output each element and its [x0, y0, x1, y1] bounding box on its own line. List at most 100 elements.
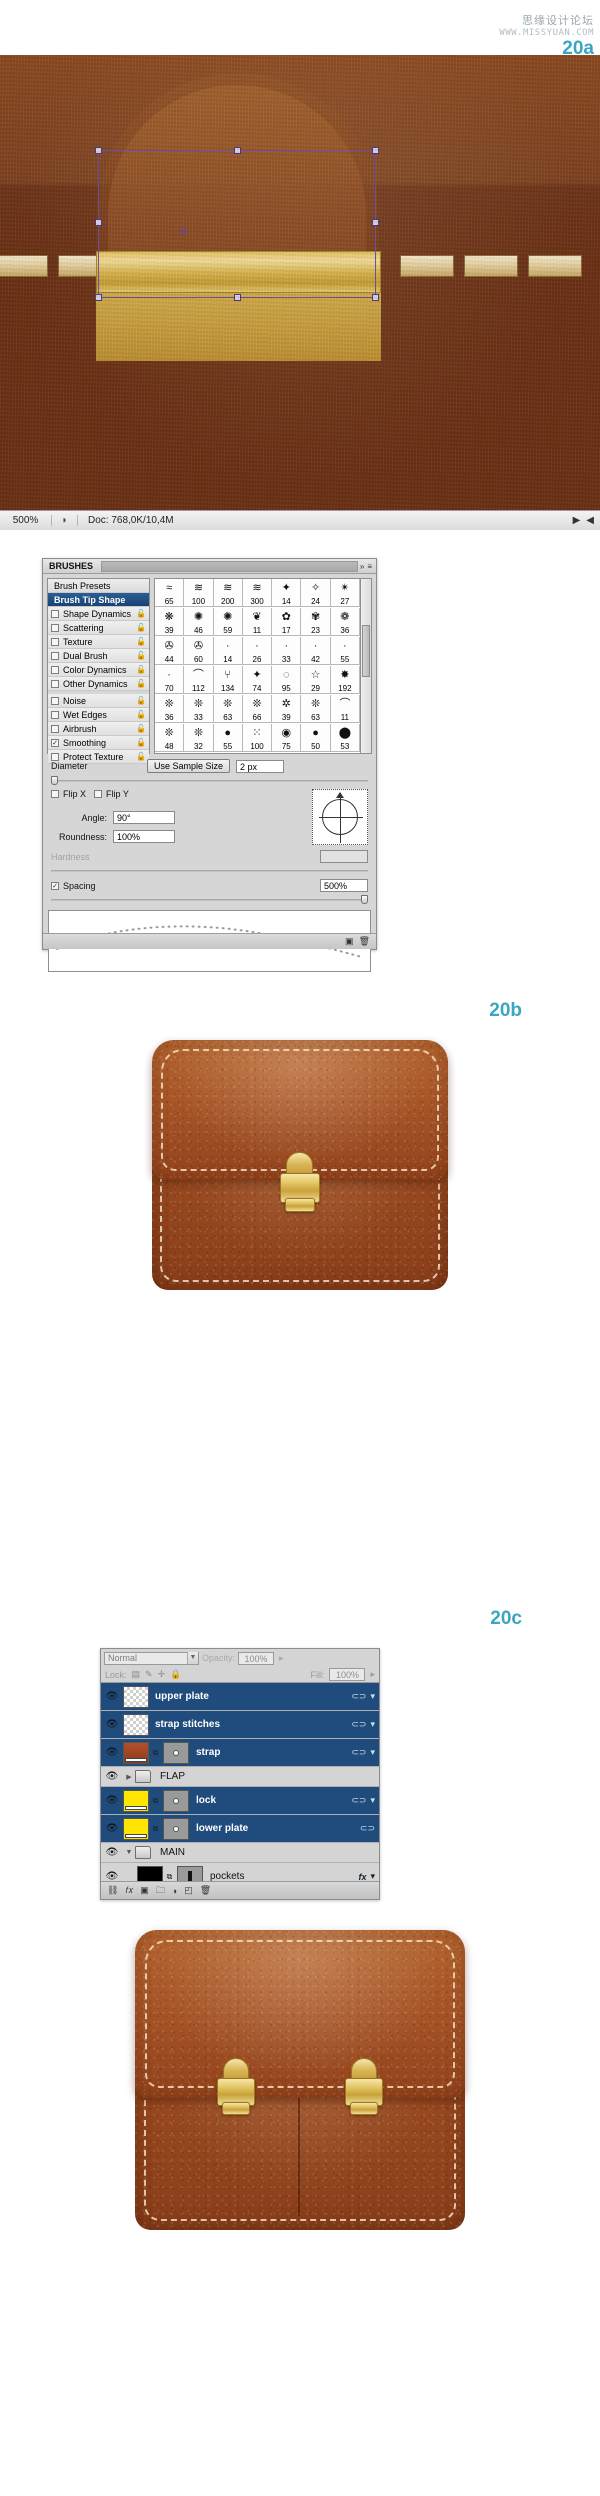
lock-transparent-icon[interactable]: ▤: [132, 1669, 141, 1680]
layers-panel-top-bar[interactable]: Normal ▼ Opacity: 100% ▸: [101, 1649, 379, 1667]
brush-preset-cell[interactable]: ✦ 14: [272, 579, 302, 607]
brush-preset-cell[interactable]: ≈65: [155, 579, 185, 607]
slider-knob[interactable]: [51, 776, 58, 785]
checkbox-noise[interactable]: [51, 696, 59, 705]
blend-mode-select[interactable]: Normal ▼: [104, 1651, 199, 1665]
brush-preset-cell[interactable]: ❊ 48: [155, 724, 185, 752]
chevron-right-icon[interactable]: ▶: [123, 1773, 135, 1781]
layer-group-flap[interactable]: 👁 ▶ FLAP: [101, 1767, 379, 1787]
brush-grid-scrollbar[interactable]: [361, 578, 372, 754]
brush-preset-cell[interactable]: ❋ 39: [155, 608, 185, 636]
document-thumb-icon[interactable]: ◗: [52, 515, 78, 526]
spacing-slider[interactable]: [51, 895, 368, 904]
checkbox-protect-texture[interactable]: [51, 752, 59, 761]
brush-preset-grid-wrap[interactable]: ≈65 ≋ 100 ≋ 200 ≋ 300 ✦ 14 ✧ 24 ✴ 27 ❋ 39 ✺ 46 ✺ 59 ❦ 11 ✿ 17 ✾…: [154, 578, 372, 754]
layer-effects-marker[interactable]: ⊂⊃ ▾: [351, 1747, 379, 1758]
checkbox-spacing[interactable]: ✓: [51, 881, 59, 890]
transform-handle-tr[interactable]: [372, 147, 379, 154]
brush-option-airbrush[interactable]: Airbrush 🔓: [48, 722, 149, 736]
brush-preset-cell[interactable]: ≋ 200: [213, 579, 243, 607]
mask-link-icon[interactable]: ⧉: [151, 1824, 160, 1834]
tab-brushes[interactable]: BRUSHES: [43, 561, 99, 571]
layer-name[interactable]: strap: [192, 1747, 220, 1758]
layer-effects-marker[interactable]: ⊂⊃ ▾: [351, 1691, 379, 1702]
checkbox-texture[interactable]: [51, 637, 59, 646]
diameter-slider[interactable]: [51, 776, 368, 785]
scrollbar-thumb[interactable]: [362, 625, 370, 677]
panel-menu-icon[interactable]: ≡: [367, 562, 372, 571]
brush-option-shape-dynamics[interactable]: Shape Dynamics 🔓: [48, 607, 149, 621]
link-icon[interactable]: ⛓: [107, 1885, 118, 1896]
brush-preset-cell[interactable]: ⑂ 134: [213, 666, 243, 694]
fill-value-field[interactable]: 100%: [329, 1668, 366, 1681]
adjustment-icon[interactable]: ◑: [172, 1886, 177, 1896]
layer-thumbnail[interactable]: [123, 1713, 149, 1736]
brush-preset-cell[interactable]: ❁ 36: [330, 608, 360, 636]
lock-icon[interactable]: 🔓: [136, 738, 146, 747]
brush-preset-grid[interactable]: ≈65 ≋ 100 ≋ 200 ≋ 300 ✦ 14 ✧ 24 ✴ 27 ❋ 39 ✺ 46 ✺ 59 ❦ 11 ✿ 17 ✾…: [154, 578, 361, 754]
layers-panel[interactable]: Normal ▼ Opacity: 100% ▸ Lock: ▤ ✎ ✛ 🔒 F…: [100, 1648, 380, 1900]
checkbox-shape-dynamics[interactable]: [51, 609, 59, 618]
collapse-icon[interactable]: »: [360, 562, 364, 571]
spacing-value-field[interactable]: 500%: [320, 879, 368, 892]
brush-preset-cell[interactable]: ⁙ 100: [242, 724, 273, 752]
brush-option-dual-brush[interactable]: Dual Brush 🔓: [48, 649, 149, 663]
lock-icon[interactable]: 🔓: [136, 665, 146, 674]
lock-icon[interactable]: 🔓: [136, 752, 146, 761]
lock-icon[interactable]: 🔓: [136, 623, 146, 632]
brush-preset-cell[interactable]: ❦ 11: [242, 608, 273, 636]
layer-name[interactable]: upper plate: [151, 1691, 209, 1702]
layer-group-name[interactable]: MAIN: [156, 1847, 185, 1858]
brush-preset-cell[interactable]: ❊ 66: [242, 695, 273, 723]
use-sample-size-button[interactable]: Use Sample Size: [147, 759, 231, 773]
transform-selection-box[interactable]: [95, 147, 379, 301]
delete-brush-icon[interactable]: 🗑: [359, 936, 370, 947]
layers-panel-footer[interactable]: ⛓ 𝑓𝑥 ▣ 🗀 ◑ ◰ 🗑: [101, 1881, 379, 1899]
status-arrows[interactable]: ▶ ◀: [573, 515, 600, 526]
group-icon[interactable]: 🗀: [156, 1883, 165, 1899]
brush-preset-cell[interactable]: ✧ 24: [301, 579, 331, 607]
layer-effects-marker[interactable]: ⊂⊃ ▾: [351, 1719, 379, 1730]
checkbox-dual-brush[interactable]: [51, 651, 59, 660]
brush-preset-cell[interactable]: ❊ 32: [184, 724, 214, 752]
layer-group-name[interactable]: FLAP: [156, 1771, 185, 1782]
lock-icon[interactable]: 🔓: [136, 679, 146, 688]
mask-link-icon[interactable]: ⧉: [151, 1748, 160, 1758]
brush-preset-cell[interactable]: ● 50: [301, 724, 331, 752]
brush-preset-cell[interactable]: ❊ 63: [213, 695, 243, 723]
brush-preset-cell[interactable]: · 42: [301, 637, 331, 665]
brush-option-color-dynamics[interactable]: Color Dynamics 🔓: [48, 663, 149, 677]
lock-icon[interactable]: 🔓: [136, 609, 146, 618]
eye-icon[interactable]: 👁: [101, 1795, 123, 1806]
mask-icon[interactable]: ▣: [140, 1885, 149, 1896]
layer-expand-icon[interactable]: ▾: [370, 1747, 375, 1758]
brush-preset-cell[interactable]: ❊ 36: [155, 695, 185, 723]
eye-icon[interactable]: 👁: [101, 1691, 123, 1702]
panel-drag-area[interactable]: [101, 560, 358, 572]
checkbox-airbrush[interactable]: [51, 724, 59, 733]
layer-name[interactable]: lock: [192, 1795, 216, 1806]
layer-thumbnail[interactable]: [123, 1817, 149, 1840]
brush-preset-cell[interactable]: ⌒ 112: [184, 666, 214, 694]
lock-toolbar[interactable]: Lock: ▤ ✎ ✛ 🔒 Fill: 100% ▸: [101, 1667, 379, 1682]
brushes-panel[interactable]: BRUSHES » ≡ Brush Presets Brush Tip Shap…: [42, 558, 377, 972]
fx-icon[interactable]: 𝑓𝑥: [125, 1885, 133, 1896]
transform-handle-tl[interactable]: [95, 147, 102, 154]
brush-option-smoothing[interactable]: ✓ Smoothing 🔓: [48, 736, 149, 750]
brush-preset-cell[interactable]: ✇ 44: [155, 637, 185, 665]
brush-preset-cell[interactable]: ✦ 74: [242, 666, 273, 694]
panel-buttons[interactable]: » ≡: [360, 562, 376, 571]
brush-preset-cell[interactable]: ✺ 59: [213, 608, 243, 636]
layer-mask-thumbnail[interactable]: [163, 1741, 189, 1764]
transform-handle-mr[interactable]: [372, 219, 379, 226]
lock-all-icon[interactable]: 🔒: [170, 1669, 181, 1680]
roundness-value-field[interactable]: 100%: [113, 830, 175, 843]
brush-preset-cell[interactable]: ◌ 95: [272, 666, 302, 694]
brush-preset-cell[interactable]: ❊ 33: [184, 695, 214, 723]
delete-layer-icon[interactable]: 🗑: [200, 1885, 211, 1896]
layer-name[interactable]: strap stitches: [151, 1719, 220, 1730]
layer-row-strap-stitches[interactable]: 👁 strap stitches ⊂⊃ ▾: [101, 1711, 379, 1739]
checkbox-flip-x[interactable]: [51, 790, 59, 798]
lock-icon[interactable]: 🔓: [136, 651, 146, 660]
layer-thumbnail[interactable]: [123, 1741, 149, 1764]
